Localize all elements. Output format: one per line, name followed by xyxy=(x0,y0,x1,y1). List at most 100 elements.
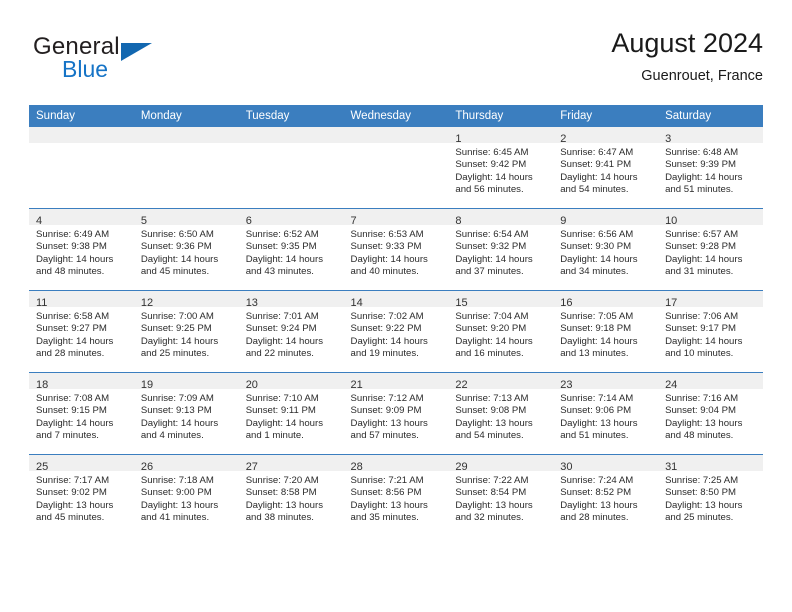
calendar-week-row: 4 Sunrise: 6:49 AM Sunset: 9:38 PM Daylight… xyxy=(29,208,763,291)
daylight-text-line2: and 41 minutes. xyxy=(140,512,210,524)
day-number-band: 29 xyxy=(448,455,554,473)
day-number-band: 13 xyxy=(238,291,344,309)
day-detail-block: Sunrise: 7:02 AM Sunset: 9:22 PM Daylight:… xyxy=(344,307,449,361)
calendar-day-cell[interactable]: 25 Sunrise: 7:17 AM Sunset: 9:02 PM Dayligh… xyxy=(29,454,134,536)
day-detail-block xyxy=(134,143,239,147)
daylight-text-line2: and 22 minutes. xyxy=(245,348,314,360)
calendar-day-cell[interactable]: 19 Sunrise: 7:09 AM Sunset: 9:13 PM Dayligh… xyxy=(133,372,239,455)
day-number-band: 6 xyxy=(238,209,344,227)
calendar-day-cell[interactable]: 17 Sunrise: 7:06 AM Sunset: 9:17 PM Dayligh… xyxy=(658,290,763,373)
calendar-day-cell[interactable]: 24 Sunrise: 7:16 AM Sunset: 9:04 PM Dayligh… xyxy=(658,372,763,455)
calendar-day-cell[interactable]: 13 Sunrise: 7:01 AM Sunset: 9:24 PM Dayligh… xyxy=(238,290,344,373)
calendar-day-cell[interactable]: 3 Sunrise: 6:48 AM Sunset: 9:39 PM Daylight… xyxy=(658,127,763,209)
calendar-day-cell[interactable]: 1 Sunrise: 6:45 AM Sunset: 9:42 PM Daylight… xyxy=(448,127,554,209)
day-number-band: 23 xyxy=(553,373,659,391)
daylight-text-line1: Daylight: 14 hours xyxy=(245,417,324,429)
calendar-day-cell[interactable]: 23 Sunrise: 7:14 AM Sunset: 9:06 PM Dayligh… xyxy=(553,372,659,455)
calendar-day-cell[interactable]: 21 Sunrise: 7:12 AM Sunset: 9:09 PM Dayligh… xyxy=(343,372,449,455)
calendar-day-cell[interactable]: 15 Sunrise: 7:04 AM Sunset: 9:20 PM Dayligh… xyxy=(448,290,554,373)
daylight-text-line1: Daylight: 14 hours xyxy=(140,335,219,347)
sunset-text: Sunset: 9:02 PM xyxy=(36,487,107,499)
calendar-day-cell[interactable]: 4 Sunrise: 6:49 AM Sunset: 9:38 PM Daylight… xyxy=(29,208,134,291)
day-number-band: 10 xyxy=(658,209,763,227)
day-detail-block: Sunrise: 6:50 AM Sunset: 9:36 PM Daylight:… xyxy=(134,225,239,279)
daylight-text-line2: and 25 minutes. xyxy=(140,348,210,360)
calendar-day-cell[interactable]: 9 Sunrise: 6:56 AM Sunset: 9:30 PM Daylight… xyxy=(553,208,659,291)
sunrise-text: Sunrise: 7:08 AM xyxy=(36,393,110,404)
day-detail-block: Sunrise: 7:08 AM Sunset: 9:15 PM Daylight:… xyxy=(29,389,134,443)
day-detail-block: Sunrise: 7:20 AM Sunset: 8:58 PM Daylight:… xyxy=(239,471,344,525)
calendar-day-cell[interactable]: 22 Sunrise: 7:13 AM Sunset: 9:08 PM Dayligh… xyxy=(448,372,554,455)
calendar-day-cell[interactable]: 27 Sunrise: 7:20 AM Sunset: 8:58 PM Dayligh… xyxy=(238,454,344,536)
sunrise-text: Sunrise: 7:13 AM xyxy=(455,393,529,404)
daylight-text-line1: Daylight: 13 hours xyxy=(350,417,428,429)
calendar-day-cell[interactable]: 6 Sunrise: 6:52 AM Sunset: 9:35 PM Daylight… xyxy=(238,208,344,291)
sunset-text: Sunset: 9:32 PM xyxy=(455,241,527,253)
day-number: 31 xyxy=(665,461,678,473)
day-number: 26 xyxy=(140,461,154,473)
day-number-band: 2 xyxy=(553,127,659,145)
day-detail-block xyxy=(344,143,449,147)
calendar-day-cell[interactable]: 28 Sunrise: 7:21 AM Sunset: 8:56 PM Dayligh… xyxy=(343,454,449,536)
day-detail-block: Sunrise: 7:25 AM Sunset: 8:50 PM Daylight:… xyxy=(658,471,763,525)
sunrise-text: Sunrise: 7:10 AM xyxy=(245,393,319,404)
day-number: 1 xyxy=(455,133,462,145)
day-detail-block: Sunrise: 7:06 AM Sunset: 9:17 PM Daylight:… xyxy=(658,307,763,361)
calendar-day-cell[interactable]: 10 Sunrise: 6:57 AM Sunset: 9:28 PM Dayligh… xyxy=(658,208,763,291)
calendar-day-cell[interactable]: 29 Sunrise: 7:22 AM Sunset: 8:54 PM Dayligh… xyxy=(448,454,554,536)
daylight-text-line2: and 25 minutes. xyxy=(665,512,734,524)
sunrise-text: Sunrise: 6:50 AM xyxy=(140,229,214,240)
sunrise-text: Sunrise: 7:00 AM xyxy=(140,311,214,322)
weekday-header-monday: Monday xyxy=(133,105,239,127)
day-number: 15 xyxy=(455,297,468,309)
calendar-day-cell[interactable]: 14 Sunrise: 7:02 AM Sunset: 9:22 PM Dayligh… xyxy=(343,290,449,373)
day-number-band: 21 xyxy=(343,373,449,391)
daylight-text-line2: and 4 minutes. xyxy=(140,430,204,442)
calendar-day-cell[interactable]: 8 Sunrise: 6:54 AM Sunset: 9:32 PM Daylight… xyxy=(448,208,554,291)
day-number: 27 xyxy=(245,461,258,473)
sunset-text: Sunset: 9:15 PM xyxy=(36,405,107,417)
calendar-day-cell[interactable]: 31 Sunrise: 7:25 AM Sunset: 8:50 PM Dayligh… xyxy=(658,454,763,536)
sunset-text: Sunset: 9:17 PM xyxy=(665,323,736,335)
sunrise-text: Sunrise: 7:21 AM xyxy=(350,475,424,486)
day-detail-block: Sunrise: 7:05 AM Sunset: 9:18 PM Daylight:… xyxy=(553,307,658,361)
calendar-day-cell[interactable]: 12 Sunrise: 7:00 AM Sunset: 9:25 PM Dayligh… xyxy=(133,290,239,373)
daylight-text-line1: Daylight: 14 hours xyxy=(560,253,638,265)
sunset-text: Sunset: 9:06 PM xyxy=(560,405,632,417)
day-detail-block: Sunrise: 7:24 AM Sunset: 8:52 PM Daylight:… xyxy=(553,471,658,525)
sunrise-text: Sunrise: 7:17 AM xyxy=(36,475,110,486)
day-number-band: 8 xyxy=(448,209,554,227)
calendar-day-cell[interactable]: 26 Sunrise: 7:18 AM Sunset: 9:00 PM Dayligh… xyxy=(133,454,239,536)
calendar-day-cell[interactable]: 11 Sunrise: 6:58 AM Sunset: 9:27 PM Dayligh… xyxy=(29,290,134,373)
sunset-text: Sunset: 8:50 PM xyxy=(665,487,736,499)
day-number: 24 xyxy=(665,379,678,391)
sunset-text: Sunset: 9:20 PM xyxy=(455,323,527,335)
daylight-text-line2: and 40 minutes. xyxy=(350,266,419,278)
daylight-text-line2: and 32 minutes. xyxy=(455,512,524,524)
day-detail-block: Sunrise: 7:21 AM Sunset: 8:56 PM Daylight:… xyxy=(344,471,449,525)
generalblue-logo[interactable]: General Blue xyxy=(33,34,203,90)
day-detail-block: Sunrise: 6:47 AM Sunset: 9:41 PM Daylight:… xyxy=(553,143,658,197)
day-number-band: 4 xyxy=(29,209,134,227)
day-number: 25 xyxy=(36,461,49,473)
calendar-day-cell[interactable]: 18 Sunrise: 7:08 AM Sunset: 9:15 PM Dayligh… xyxy=(29,372,134,455)
calendar-day-cell[interactable]: 2 Sunrise: 6:47 AM Sunset: 9:41 PM Daylight… xyxy=(553,127,659,209)
weekday-header-wednesday: Wednesday xyxy=(343,105,449,127)
day-number-band xyxy=(343,127,449,143)
calendar-day-cell[interactable]: 7 Sunrise: 6:53 AM Sunset: 9:33 PM Daylight… xyxy=(343,208,449,291)
day-detail-block: Sunrise: 6:54 AM Sunset: 9:32 PM Daylight:… xyxy=(448,225,553,279)
calendar-day-cell[interactable]: 5 Sunrise: 6:50 AM Sunset: 9:36 PM Daylight… xyxy=(133,208,239,291)
calendar-day-cell[interactable]: 30 Sunrise: 7:24 AM Sunset: 8:52 PM Dayligh… xyxy=(553,454,659,536)
day-number: 10 xyxy=(665,215,678,227)
sunset-text: Sunset: 9:27 PM xyxy=(36,323,107,335)
sunset-text: Sunset: 9:09 PM xyxy=(350,405,422,417)
calendar-day-cell[interactable]: 20 Sunrise: 7:10 AM Sunset: 9:11 PM Dayligh… xyxy=(238,372,344,455)
sunrise-text: Sunrise: 6:56 AM xyxy=(560,229,634,240)
day-number-band: 28 xyxy=(343,455,449,473)
day-detail-block: Sunrise: 7:16 AM Sunset: 9:04 PM Daylight:… xyxy=(658,389,763,443)
daylight-text-line1: Daylight: 14 hours xyxy=(140,253,219,265)
calendar-day-cell[interactable]: 16 Sunrise: 7:05 AM Sunset: 9:18 PM Dayligh… xyxy=(553,290,659,373)
daylight-text-line1: Daylight: 14 hours xyxy=(140,417,219,429)
day-detail-block: Sunrise: 6:45 AM Sunset: 9:42 PM Daylight:… xyxy=(448,143,553,197)
daylight-text-line1: Daylight: 14 hours xyxy=(350,253,428,265)
